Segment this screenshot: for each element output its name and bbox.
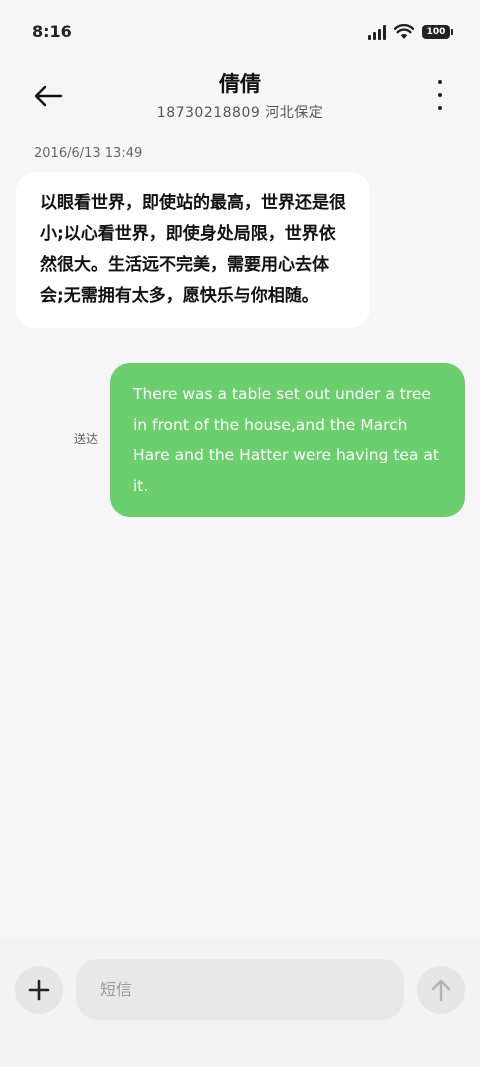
status-time: 8:16: [32, 22, 72, 41]
delivery-status: 送达: [74, 432, 99, 446]
battery-icon: 100: [422, 25, 453, 39]
add-attachment-button[interactable]: [15, 966, 63, 1014]
message-input[interactable]: [76, 959, 404, 1020]
more-vertical-icon: [438, 80, 442, 84]
contact-name: 倩倩: [219, 72, 261, 96]
plus-icon: [28, 979, 50, 1001]
wifi-icon: [394, 24, 414, 40]
more-options-button[interactable]: [430, 80, 450, 110]
signal-icon: [368, 24, 386, 40]
message-composer: [0, 938, 480, 1067]
contact-number-location: 18730218809 河北保定: [156, 105, 324, 121]
status-icons: 100: [368, 24, 453, 40]
conversation-header: 倩倩 18730218809 河北保定: [0, 60, 480, 130]
arrow-up-icon: [431, 979, 451, 1002]
message-timestamp: 2016/6/13 13:49: [34, 146, 143, 161]
status-bar: 8:16 100: [0, 0, 480, 60]
outgoing-message-bubble[interactable]: There was a table set out under a tree i…: [110, 363, 465, 517]
sms-conversation-screen: 8:16 100 倩倩 18730218809 河北保定 2016/6/13 1…: [0, 0, 480, 1067]
incoming-message-bubble[interactable]: 以眼看世界，即使站的最高，世界还是很小;以心看世界，即使身处局限，世界依然很大。…: [16, 172, 370, 328]
send-button[interactable]: [417, 966, 465, 1014]
